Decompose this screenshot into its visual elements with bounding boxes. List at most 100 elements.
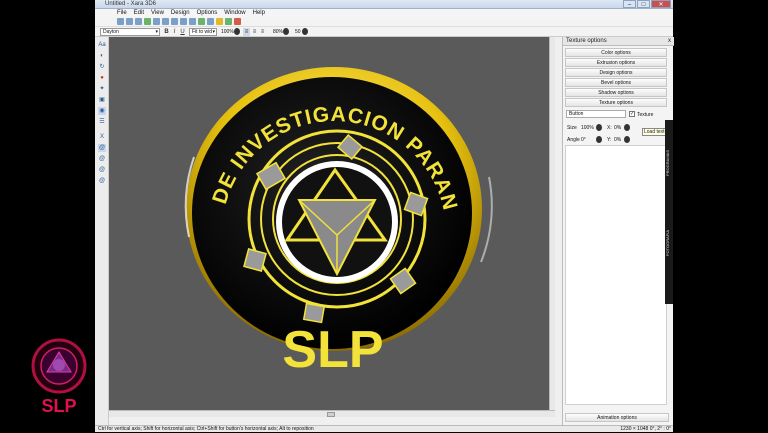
angle-spinner-icon[interactable] [596,136,602,143]
xara3d-window: Untitled - Xara 3D6 – □ ✕ File Edit View… [95,0,674,432]
italic-button[interactable]: I [171,28,178,36]
panel-title: Texture options [566,38,607,44]
side-tab-fotografia[interactable]: FOTOGRAFIA [665,230,673,256]
shadow-tool-icon[interactable]: ☰ [98,118,106,126]
spin-icon[interactable]: @ [98,155,106,163]
tilt-icon[interactable]: @ [98,166,106,174]
underline-button[interactable]: U [179,28,186,36]
minimize-button[interactable]: – [623,0,636,8]
menu-edit[interactable]: Edit [134,9,144,17]
badge-bottom-text: SLP [282,321,383,379]
badge-render: GRUPO DE INVESTIGACION PARANORMAL SLP [109,37,493,379]
animation-options-button[interactable]: Animation options [565,413,669,422]
depth-value[interactable]: 50 [295,28,301,36]
x-value[interactable]: 0% [614,125,621,131]
fit-select-value: Fit to wid [192,29,213,35]
format-toolbar: Dayton ▾ B I U Fit to wid ▾ 100% ≡ ≡ ≡ 80%… [95,27,673,37]
undo-icon[interactable] [180,18,187,25]
menu-window[interactable]: Window [224,9,245,17]
texture-tool-icon[interactable]: ◉ [98,107,106,115]
export-icon[interactable] [144,18,151,25]
depth-spinner-icon[interactable] [302,28,308,35]
size-label: Size [567,125,577,131]
paste-icon[interactable] [171,18,178,25]
texture-preview-area [565,145,667,405]
close-button[interactable]: ✕ [651,0,671,8]
size-value[interactable]: 100% [581,125,594,131]
size-spinner-icon[interactable] [596,124,602,131]
font-select[interactable]: Dayton ▾ [100,28,160,36]
align-right-icon[interactable]: ≡ [259,28,266,36]
cut-icon[interactable] [153,18,160,25]
x-spinner-icon[interactable] [624,124,630,131]
status-dimensions: 1230 × 1048 [620,426,649,432]
scroll-thumb[interactable] [327,412,335,417]
light-tool-icon[interactable]: ✦ [98,85,106,93]
slp-watermark-logo: SLP [31,338,87,416]
chevron-down-icon: ▾ [212,29,215,35]
status-angles: 0°, 2° : 0° [649,426,671,432]
texture-options-button[interactable]: Texture options [565,98,667,107]
y-value[interactable]: 0% [614,137,621,143]
panel-header: Texture options x [563,37,674,46]
maximize-button[interactable]: □ [637,0,650,8]
menu-help[interactable]: Help [253,9,265,17]
font-select-value: Dayton [103,29,119,35]
redo-icon[interactable] [189,18,196,25]
align-center-icon[interactable]: ≡ [251,28,258,36]
extrude-value[interactable]: 80% [273,28,283,36]
bold-button[interactable]: B [163,28,170,36]
align-left-icon[interactable]: ≡ [243,28,250,36]
panel-close-button[interactable]: x [668,37,671,46]
help-icon[interactable] [234,18,241,25]
status-bar: Ctrl for vertical axis; Shift for horizo… [95,425,673,432]
open-icon[interactable] [126,18,133,25]
watermark-text: SLP [41,396,76,416]
menu-options[interactable]: Options [197,9,218,17]
color-options-button[interactable]: Color options [565,48,667,57]
window-title: Untitled - Xara 3D6 [105,1,157,7]
bevel-options-button[interactable]: Bevel options [565,78,667,87]
rotate-tool-icon[interactable]: ↻ [98,63,106,71]
design-options-button[interactable]: Design options [565,68,667,77]
texture-checkbox-label: Texture [637,112,654,118]
menu-bar: File Edit View Design Options Window Hel… [95,9,673,17]
lightbulb-icon[interactable] [216,18,223,25]
shadow-options-button[interactable]: Shadow options [565,88,667,97]
play-icon[interactable] [198,18,205,25]
texture-checkbox[interactable]: ✓ [629,111,635,117]
roll-icon[interactable]: @ [98,177,106,185]
texture-target-select[interactable]: Button [566,110,626,118]
horizontal-scrollbar[interactable] [109,410,555,417]
copy-icon[interactable] [162,18,169,25]
extrude-spinner-icon[interactable] [283,28,289,35]
color-tool-icon[interactable]: ● [98,74,106,82]
zoom-value[interactable]: 100% [221,28,234,36]
video-letterbox-right [673,0,768,432]
menu-design[interactable]: Design [171,9,190,17]
design-canvas[interactable]: GRUPO DE INVESTIGACION PARANORMAL SLP [109,37,555,410]
orbit-icon[interactable]: @ [98,144,106,152]
menu-view[interactable]: View [151,9,164,17]
save-icon[interactable] [135,18,142,25]
title-bar: Untitled - Xara 3D6 – □ ✕ [95,0,673,9]
text-tool-icon[interactable]: Aa [98,41,106,49]
angle-value[interactable]: 0° [581,137,586,143]
x-label: X: [607,125,612,131]
new-icon[interactable] [117,18,124,25]
shape-tool-icon[interactable]: ◐ [98,52,106,60]
animation-icon[interactable] [225,18,232,25]
y-spinner-icon[interactable] [624,136,630,143]
panel-splitter[interactable] [555,37,562,417]
x-axis-icon[interactable]: X [98,133,106,141]
left-toolbox: Aa ◐ ↻ ● ✦ ▣ ◉ ☰ X @ @ @ @ [95,37,109,425]
menu-file[interactable]: File [117,9,127,17]
side-tab-programas[interactable]: PROGRAMAS [665,150,673,176]
fit-select[interactable]: Fit to wid ▾ [189,28,217,36]
settings-icon[interactable] [207,18,214,25]
zoom-spinner-icon[interactable] [234,28,240,35]
chevron-down-icon: ▾ [155,29,158,35]
bevel-tool-icon[interactable]: ▣ [98,96,106,104]
side-tab-strip: PROGRAMAS FOTOGRAFIA [665,120,673,304]
extrusion-options-button[interactable]: Extrusion options [565,58,667,67]
